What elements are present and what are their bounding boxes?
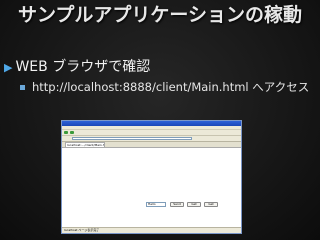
triangle-bullet-icon: ▶ — [4, 61, 13, 74]
browser-page-content: Hello Send Get Get — [62, 148, 241, 226]
bullet-text: WEB ブラウザで確認 — [15, 59, 151, 75]
sub-bullet-item: http://localhost:8888/client/Main.html へ… — [20, 80, 316, 95]
send-button: Send — [170, 202, 184, 207]
get-button-2: Get — [204, 202, 218, 207]
back-arrow-icon — [64, 131, 68, 134]
sub-bullet-text: http://localhost:8888/client/Main.html へ… — [32, 80, 310, 94]
forward-arrow-icon — [70, 131, 74, 134]
get-button: Get — [187, 202, 201, 207]
browser-tab: localhost:.../client/Main.html — [65, 142, 105, 147]
browser-screenshot: localhost:.../client/Main.html Hello Sen… — [61, 120, 242, 234]
message-input: Hello — [146, 202, 166, 207]
browser-status-bar: localhost ページ表示完了 — [62, 227, 241, 233]
slide: サンプルアプリケーションの稼動 ▶ WEB ブラウザで確認 http://loca… — [0, 0, 320, 240]
slide-title: サンプルアプリケーションの稼動 — [17, 4, 303, 26]
address-input — [72, 137, 192, 140]
square-bullet-icon — [20, 85, 25, 90]
bullet-item: ▶ WEB ブラウザで確認 — [4, 58, 150, 77]
